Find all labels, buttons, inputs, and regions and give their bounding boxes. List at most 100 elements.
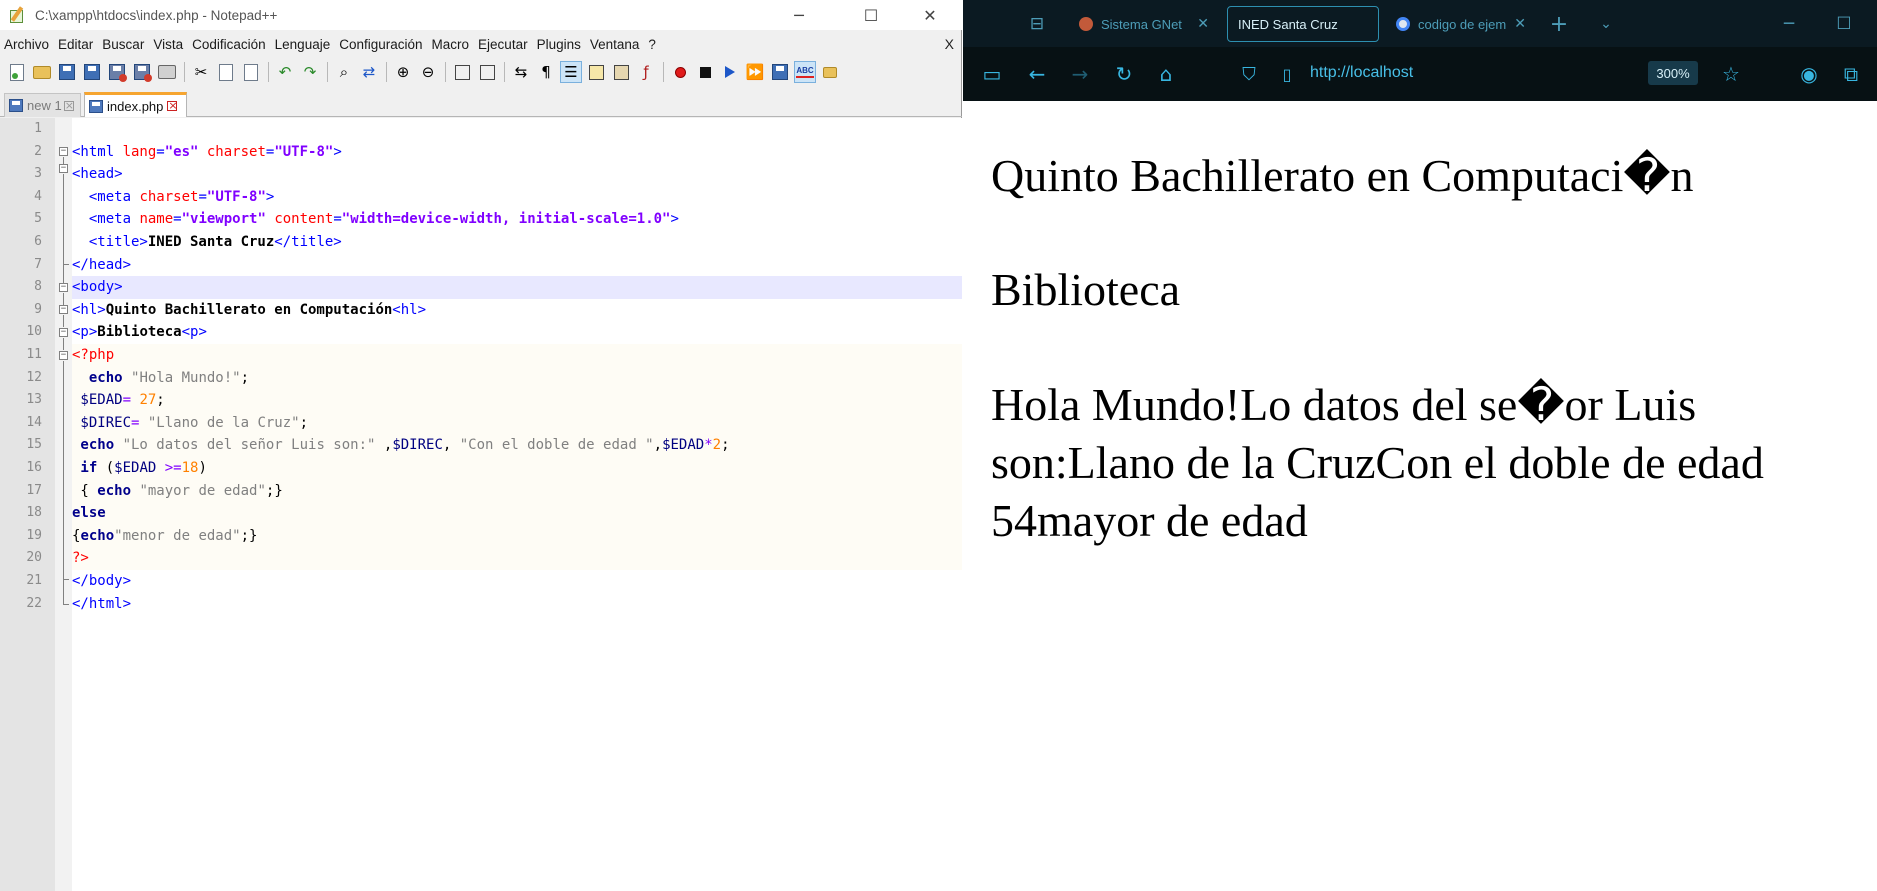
shield-icon[interactable]: ⛉	[1234, 59, 1264, 89]
cut-icon[interactable]: ✂	[190, 61, 212, 83]
token: >=	[164, 460, 182, 476]
menu-vista[interactable]: Vista	[149, 37, 188, 52]
code-line: $EDAD= 27;	[72, 389, 962, 412]
sidebar-icon[interactable]: ▭	[977, 59, 1007, 89]
run-macro-multiple-icon[interactable]: ⏩	[744, 61, 766, 83]
tab-close-icon[interactable]: ×	[167, 100, 178, 111]
fold-toggle-icon[interactable]: −	[59, 147, 68, 156]
save-macro-icon[interactable]	[769, 61, 791, 83]
save-all-icon[interactable]	[81, 61, 103, 83]
plugin-icon[interactable]	[819, 61, 841, 83]
menu-editar[interactable]: Editar	[54, 37, 98, 52]
line-number: 17	[26, 482, 42, 498]
reload-icon[interactable]: ↻	[1109, 59, 1139, 89]
menu-ejecutar[interactable]: Ejecutar	[474, 37, 533, 52]
close-all-icon[interactable]	[131, 61, 153, 83]
fold-toggle-icon[interactable]: −	[59, 351, 68, 360]
zoom-in-icon[interactable]: ⊕	[392, 61, 414, 83]
token: <hl>	[72, 301, 106, 318]
maximize-icon[interactable]: ☐	[1832, 12, 1856, 36]
line-number: 8	[34, 279, 42, 295]
sync-vertical-icon[interactable]	[451, 61, 473, 83]
zoom-out-icon[interactable]: ⊖	[417, 61, 439, 83]
close-icon[interactable]: ✕	[907, 0, 953, 30]
tab-list-chevron-icon[interactable]: ⌄	[1594, 12, 1618, 36]
new-file-icon[interactable]	[6, 61, 28, 83]
php-output: Hola Mundo!Lo datos del se�or Luis son:L…	[991, 379, 1764, 546]
spell-check-icon[interactable]: ABC	[794, 61, 816, 83]
fold-toggle-icon[interactable]: −	[59, 164, 68, 173]
fold-toggle-icon[interactable]: −	[59, 328, 68, 337]
token: "UTF-8"	[206, 188, 266, 205]
function-list-icon[interactable]: ƒ	[635, 61, 657, 83]
token: <head>	[72, 166, 123, 183]
find-icon[interactable]: ⌕	[333, 61, 355, 83]
record-macro-icon[interactable]	[669, 61, 691, 83]
tab-new-1[interactable]: new 1 ×	[4, 93, 81, 117]
close-file-icon[interactable]	[106, 61, 128, 83]
fold-toggle-icon[interactable]: −	[59, 305, 68, 314]
browser-tab-codigo[interactable]: codigo de ejem ✕	[1386, 6, 1536, 42]
extensions-icon[interactable]: ⧉	[1836, 59, 1866, 89]
account-icon[interactable]: ◉	[1794, 59, 1824, 89]
play-macro-icon[interactable]	[719, 61, 741, 83]
minimize-icon[interactable]: ─	[776, 0, 822, 30]
copy-icon[interactable]	[215, 61, 237, 83]
word-wrap-icon[interactable]: ⇆	[510, 61, 532, 83]
code-editor[interactable]: 1 2 3 4 5 6 7 8 9 10 11 12 13 14 15 16 1…	[0, 118, 962, 891]
token: "UTF-8"	[274, 143, 334, 160]
code-line: <head>	[72, 163, 962, 186]
redo-icon[interactable]: ↷	[299, 61, 321, 83]
code-area[interactable]: <html lang="es" charset="UTF-8"> <head> …	[72, 118, 962, 891]
menu-buscar[interactable]: Buscar	[98, 37, 149, 52]
indent-guide-icon[interactable]: ☰	[560, 61, 582, 83]
menu-codificacion[interactable]: Codificación	[188, 37, 271, 52]
menu-plugins[interactable]: Plugins	[533, 37, 586, 52]
page-paragraph: Biblioteca	[991, 264, 1181, 315]
minimize-icon[interactable]: ─	[1777, 12, 1801, 36]
menu-ventana[interactable]: Ventana	[586, 37, 645, 52]
notepad-window: C:\xampp\htdocs\index.php - Notepad++ ─ …	[0, 0, 962, 891]
home-icon[interactable]: ⌂	[1151, 59, 1181, 89]
close-document-button[interactable]: X	[945, 36, 954, 52]
token: ,	[442, 437, 460, 454]
maximize-icon[interactable]: ☐	[848, 0, 894, 30]
replace-icon[interactable]: ⇄	[358, 61, 380, 83]
tab-index-php[interactable]: index.php ×	[84, 92, 187, 117]
menu-help[interactable]: ?	[644, 37, 661, 52]
menu-configuracion[interactable]: Configuración	[335, 37, 427, 52]
open-folder-icon[interactable]	[31, 61, 53, 83]
token: charset	[198, 143, 266, 160]
print-icon[interactable]	[156, 61, 178, 83]
new-tab-icon[interactable]: +	[1547, 12, 1571, 37]
menu-archivo[interactable]: Archivo	[0, 37, 54, 52]
tab-close-icon[interactable]: ×	[63, 100, 74, 111]
forward-icon[interactable]: →	[1065, 59, 1095, 89]
token: ;	[299, 414, 309, 431]
fold-toggle-icon[interactable]: −	[59, 283, 68, 292]
zoom-level-badge[interactable]: 300%	[1648, 61, 1698, 85]
browser-tab-sistema-gnet[interactable]: Sistema GNet ✕	[1069, 6, 1219, 42]
browser-tab-ined-santa-cruz[interactable]: INED Santa Cruz	[1227, 6, 1379, 42]
doc-map-icon[interactable]	[610, 61, 632, 83]
browser-nav-bar: ▭ ← → ↻ ⌂ ⛉ ▯ http://localhost 300% ☆ ◉ …	[963, 47, 1877, 101]
bookmark-star-icon[interactable]: ☆	[1716, 59, 1746, 89]
tab-groups-icon[interactable]: ⊟	[1026, 13, 1048, 35]
code-line: $DIREC= "Llano de la Cruz";	[72, 411, 962, 435]
menu-lenguaje[interactable]: Lenguaje	[271, 37, 336, 52]
token: Biblioteca	[97, 324, 182, 341]
line-number: 1	[34, 121, 42, 136]
undo-icon[interactable]: ↶	[274, 61, 296, 83]
sync-horizontal-icon[interactable]	[476, 61, 498, 83]
stop-macro-icon[interactable]	[694, 61, 716, 83]
tab-close-icon[interactable]: ✕	[1197, 16, 1209, 32]
menu-macro[interactable]: Macro	[428, 37, 475, 52]
token: <p>	[181, 324, 207, 341]
back-icon[interactable]: ←	[1022, 59, 1052, 89]
save-icon[interactable]	[56, 61, 78, 83]
tab-close-icon[interactable]: ✕	[1514, 16, 1526, 32]
show-all-chars-icon[interactable]: ¶	[535, 61, 557, 83]
url-bar[interactable]: http://localhost	[1310, 64, 1413, 82]
language-icon[interactable]	[585, 61, 607, 83]
paste-icon[interactable]	[240, 61, 262, 83]
